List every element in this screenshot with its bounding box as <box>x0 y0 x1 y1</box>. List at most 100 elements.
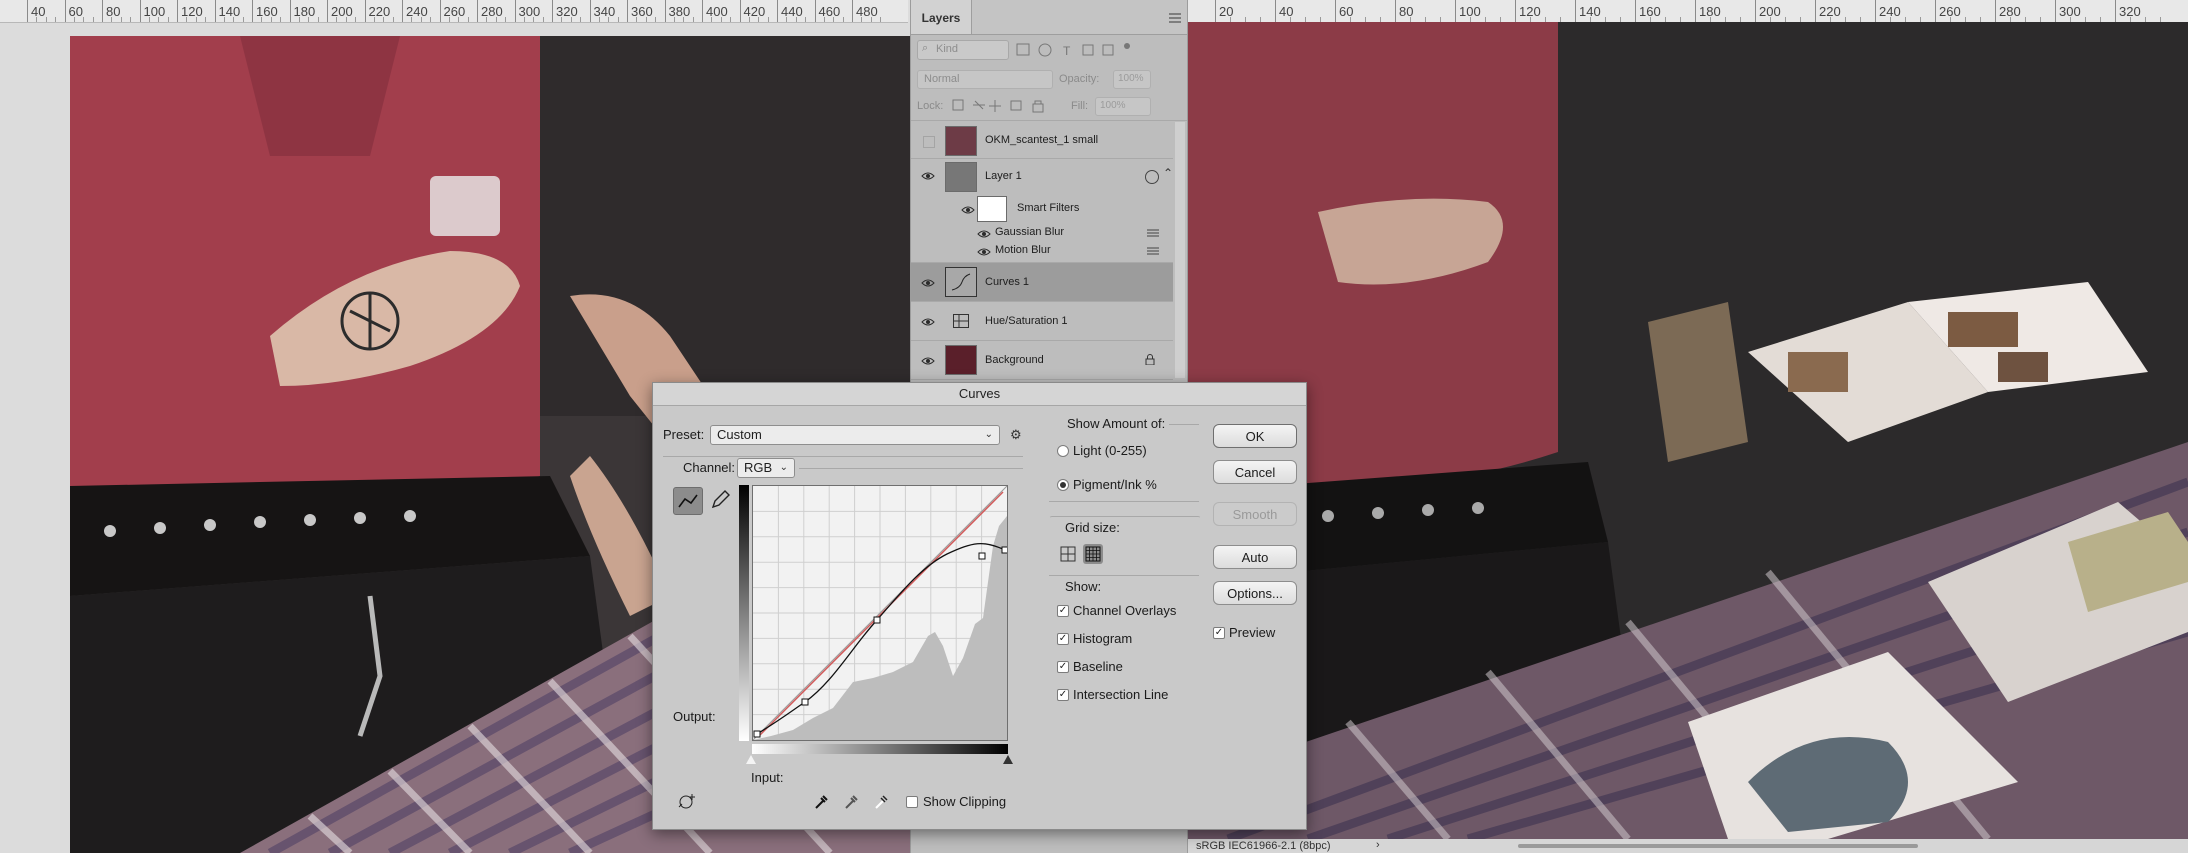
ruler-minor-tick <box>617 17 619 22</box>
visibility-toggle-off[interactable] <box>923 136 935 148</box>
curve-point-tool-button[interactable] <box>673 487 703 515</box>
document-canvas-right[interactable] <box>1188 22 2188 839</box>
ruler-minor-tick <box>92 17 94 22</box>
ruler-tick: 260 <box>1935 0 1961 22</box>
white-point-slider[interactable] <box>746 755 756 764</box>
smooth-button[interactable]: Smooth <box>1213 502 1297 526</box>
light-radio[interactable] <box>1057 445 1069 457</box>
layer-row-background[interactable]: Background <box>911 341 1173 380</box>
gray-eyedropper-icon[interactable] <box>843 793 859 814</box>
ruler-minor-tick <box>130 17 132 22</box>
ruler-tick: 240 <box>1875 0 1901 22</box>
ruler-tick: 20 <box>1215 0 1233 22</box>
preset-options-gear-icon[interactable]: ⚙ <box>1010 427 1022 443</box>
ruler-minor-tick <box>598 17 600 22</box>
collapse-chevron-icon[interactable]: ⌃ <box>1163 166 1173 180</box>
divider <box>1169 424 1199 425</box>
ruler-tick: 460 <box>814 0 840 22</box>
ok-button[interactable]: OK <box>1213 424 1297 448</box>
ruler-left-document: 40 60 80 100 120 140 160 180 200 220 240 260 280 300 3… <box>0 0 908 23</box>
show-clipping-checkbox[interactable] <box>906 796 918 808</box>
ruler-minor-tick <box>486 17 488 22</box>
opacity-value: 100% <box>1118 73 1144 84</box>
ruler-tick: 320 <box>2115 0 2141 22</box>
layer-row-curves-1[interactable]: Curves 1 <box>911 263 1173 302</box>
tab-layers[interactable]: Layers <box>911 0 972 34</box>
preset-select[interactable]: Custom ⌄ <box>710 425 1000 445</box>
ruler-minor-tick <box>683 17 685 22</box>
detailed-grid-button[interactable] <box>1083 544 1103 564</box>
curves-dialog: Curves Preset: Custom ⌄ ⚙ Channel: RGB ⌄… <box>652 382 1307 830</box>
preview-checkbox[interactable]: ✓ <box>1213 627 1225 639</box>
layer-name: Gaussian Blur <box>995 226 1065 238</box>
eye-icon[interactable] <box>921 355 935 365</box>
eye-icon[interactable] <box>921 277 935 287</box>
intersection-line-checkbox[interactable]: ✓ <box>1057 689 1069 701</box>
eye-icon[interactable] <box>977 228 991 238</box>
black-eyedropper-icon[interactable] <box>813 793 829 814</box>
layer-row-smart-filters[interactable]: Smart Filters <box>911 194 1173 224</box>
ruler-tick: 60 <box>1335 0 1353 22</box>
ruler-minor-tick <box>748 17 750 22</box>
light-radio-label: Light (0-255) <box>1073 443 1147 458</box>
filter-blending-options-icon[interactable] <box>1147 245 1159 255</box>
layer-row-motion-blur[interactable]: Motion Blur <box>911 242 1173 263</box>
hue-saturation-adjustment-icon <box>953 314 969 328</box>
eye-icon[interactable] <box>961 204 975 214</box>
histogram-checkbox[interactable]: ✓ <box>1057 633 1069 645</box>
ruler-minor-tick <box>158 17 160 22</box>
layer-thumbnail <box>945 345 977 375</box>
options-button[interactable]: Options... <box>1213 581 1297 605</box>
layers-scrollbar[interactable] <box>1175 122 1185 378</box>
ruler-tick: 320 <box>552 0 578 22</box>
white-eyedropper-icon[interactable] <box>873 793 889 814</box>
ruler-minor-tick <box>383 17 385 22</box>
channel-select[interactable]: RGB ⌄ <box>737 458 795 478</box>
curve-control-point <box>1001 546 1009 554</box>
ruler-minor-tick <box>270 17 272 22</box>
ruler-minor-tick <box>373 17 375 22</box>
ruler-minor-tick <box>730 17 732 22</box>
filter-blending-options-icon[interactable] <box>1147 227 1159 237</box>
layer-row-layer-1[interactable]: Layer 1 ⌃ <box>911 158 1173 194</box>
ruler-tick: 100 <box>139 0 165 22</box>
pigment-ink-radio[interactable] <box>1057 479 1069 491</box>
panel-menu-icon[interactable] <box>1169 12 1181 23</box>
ruler-minor-tick <box>186 17 188 22</box>
eye-icon[interactable] <box>921 316 935 326</box>
layer-row-hue-saturation-1[interactable]: Hue/Saturation 1 <box>911 302 1173 341</box>
eye-icon[interactable] <box>921 170 935 180</box>
lock-icons <box>951 98 1061 114</box>
layer-row-gaussian-blur[interactable]: Gaussian Blur <box>911 224 1173 242</box>
pencil-icon <box>711 490 730 509</box>
layer-filter-select[interactable]: ⌕ Kind <box>917 40 1009 60</box>
auto-button[interactable]: Auto <box>1213 545 1297 569</box>
on-image-adjust-icon[interactable] <box>677 793 697 811</box>
eye-icon[interactable] <box>977 246 991 256</box>
ruler-minor-tick <box>823 17 825 22</box>
baseline-checkbox[interactable]: ✓ <box>1057 661 1069 673</box>
channel-overlays-label: Channel Overlays <box>1073 603 1177 618</box>
status-menu-arrow-icon[interactable]: › <box>1376 839 1380 851</box>
black-point-slider[interactable] <box>1003 755 1013 764</box>
cancel-button[interactable]: Cancel <box>1213 460 1297 484</box>
fill-field[interactable]: 100% <box>1095 97 1151 116</box>
curves-adjustment-icon <box>945 267 977 297</box>
preset-value: Custom <box>717 427 762 442</box>
layer-row-okm-scantest[interactable]: OKM_scantest_1 small <box>911 122 1173 159</box>
ruler-minor-tick <box>636 17 638 22</box>
blend-mode-select[interactable]: Normal <box>917 70 1053 89</box>
grid-4x4-icon <box>1060 546 1076 562</box>
horizontal-scrollbar[interactable] <box>1518 844 1918 848</box>
ruler-minor-tick <box>580 17 582 22</box>
opacity-label: Opacity: <box>1059 73 1100 85</box>
ruler-tick: 80 <box>1395 0 1413 22</box>
chevron-down-icon: ⌄ <box>779 462 788 473</box>
opacity-field[interactable]: 100% <box>1113 70 1151 89</box>
pencil-draw-tool-button[interactable] <box>707 487 733 513</box>
simple-grid-button[interactable] <box>1059 545 1077 563</box>
channel-overlays-checkbox[interactable]: ✓ <box>1057 605 1069 617</box>
curves-graph[interactable] <box>752 485 1009 741</box>
channel-value: RGB <box>744 460 773 475</box>
intersection-line-label: Intersection Line <box>1073 687 1169 702</box>
